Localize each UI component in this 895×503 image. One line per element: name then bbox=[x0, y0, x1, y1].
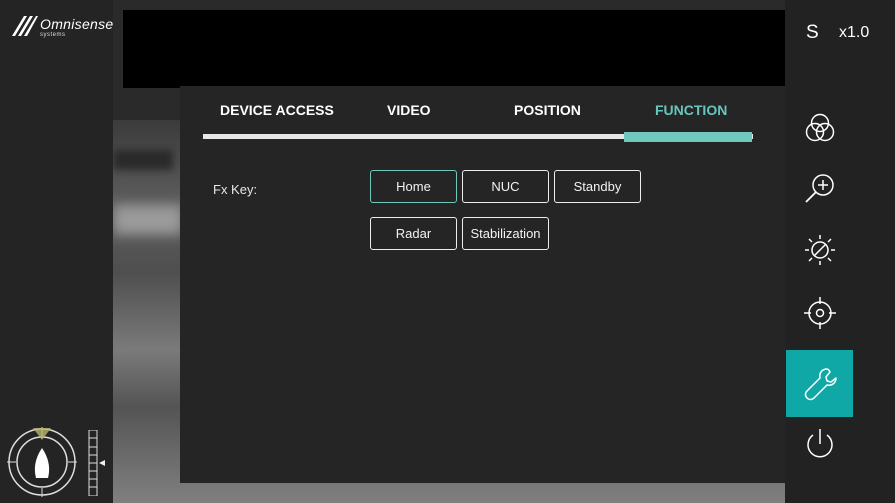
color-palette-icon bbox=[805, 113, 834, 141]
settings-button[interactable] bbox=[786, 350, 853, 417]
active-tab-indicator bbox=[624, 132, 752, 142]
zoom-level: x1.0 bbox=[839, 24, 870, 41]
tilt-scale bbox=[88, 430, 105, 496]
fx-standby-button[interactable]: Standby bbox=[554, 170, 641, 203]
fx-key-label: Fx Key: bbox=[213, 182, 258, 197]
tab-function[interactable]: FUNCTION bbox=[655, 102, 727, 118]
crosshair-button[interactable] bbox=[786, 279, 853, 346]
fx-radar-button[interactable]: Radar bbox=[370, 217, 457, 250]
tab-video[interactable]: VIDEO bbox=[387, 102, 431, 118]
brand-subtitle: systems bbox=[40, 32, 66, 38]
power-icon bbox=[806, 428, 833, 457]
tab-position[interactable]: POSITION bbox=[514, 102, 581, 118]
mode-indicator: S bbox=[806, 22, 819, 43]
power-button[interactable] bbox=[786, 410, 853, 477]
brightness-button[interactable] bbox=[786, 216, 853, 283]
brightness-icon bbox=[804, 234, 835, 265]
settings-panel: DEVICE ACCESS VIDEO POSITION FUNCTION Fx… bbox=[180, 86, 785, 483]
brand-logo-mark bbox=[12, 16, 38, 36]
zoom-button[interactable] bbox=[786, 155, 853, 222]
brand-logo: Omnisense systems bbox=[10, 14, 113, 42]
fx-home-button[interactable]: Home bbox=[370, 170, 457, 203]
left-status-strip: Omnisense systems bbox=[0, 0, 113, 503]
brand-name: Omnisense bbox=[40, 16, 114, 32]
settings-wrench-icon bbox=[804, 367, 837, 400]
color-palette-button[interactable] bbox=[786, 94, 853, 161]
tab-device-access[interactable]: DEVICE ACCESS bbox=[220, 102, 334, 118]
video-top-area bbox=[123, 10, 785, 88]
fx-nuc-button[interactable]: NUC bbox=[462, 170, 549, 203]
fx-stabilization-button[interactable]: Stabilization bbox=[462, 217, 549, 250]
zoom-in-icon bbox=[804, 173, 834, 203]
compass-indicator bbox=[7, 427, 77, 497]
crosshair-icon bbox=[803, 296, 836, 329]
